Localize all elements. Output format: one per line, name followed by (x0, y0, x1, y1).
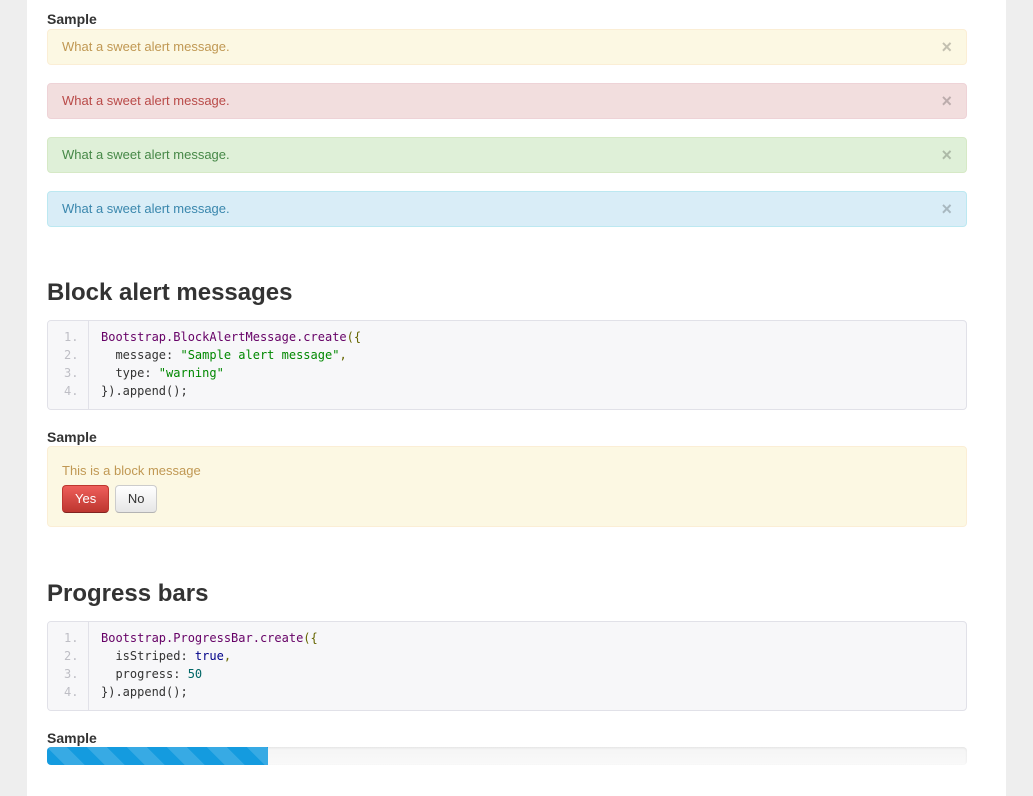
code-token: , (223, 649, 232, 663)
close-icon[interactable]: × (941, 138, 952, 172)
code-token: "warning" (158, 366, 224, 380)
section-title-progress-bars: Progress bars (47, 580, 209, 607)
sample-label: Sample (47, 429, 97, 445)
alert-error: What a sweet alert message. × (47, 83, 967, 119)
code-token: true (194, 649, 224, 663)
code-token: ({ (303, 631, 318, 645)
code-token: "Sample alert message" (180, 348, 340, 362)
code-token: isStriped: (101, 649, 195, 663)
alerts-sample: Sample What a sweet alert message. × Wha… (47, 11, 967, 245)
alert-warning: What a sweet alert message. × (47, 29, 967, 65)
code-token: type: (101, 366, 159, 380)
code-token: Bootstrap.ProgressBar.create (101, 631, 304, 645)
code-token: progress: (101, 667, 188, 681)
line-number: 3. (64, 366, 79, 380)
code-line: message: "Sample alert message", (101, 346, 347, 364)
line-number: 1. (64, 631, 79, 645)
code-token: Bootstrap.BlockAlertMessage.create (101, 330, 347, 344)
code-line: }).append(); (101, 683, 188, 701)
code-token: }).append(); (101, 685, 188, 699)
alert-message: What a sweet alert message. (62, 147, 230, 162)
code-block-block-alert: 1. 2. 3. 4. Bootstrap.BlockAlertMessage.… (47, 320, 967, 410)
code-line: }).append(); (101, 382, 188, 400)
code-token: message: (101, 348, 181, 362)
line-number: 2. (64, 649, 79, 663)
line-number: 4. (64, 685, 79, 699)
progress-bar-track (47, 747, 967, 765)
line-number: 2. (64, 348, 79, 362)
alert-message: What a sweet alert message. (62, 93, 230, 108)
no-button[interactable]: No (114, 485, 158, 513)
code-block-progress-bar: 1. 2. 3. 4. Bootstrap.ProgressBar.create… (47, 621, 967, 711)
sample-label: Sample (47, 11, 97, 27)
code-line: Bootstrap.ProgressBar.create({ (101, 629, 318, 647)
line-number: 4. (64, 384, 79, 398)
code-line: progress: 50 (101, 665, 202, 683)
block-alert: This is a block message Yes No (47, 446, 967, 527)
progress-bar-fill (47, 747, 268, 765)
alert-success: What a sweet alert message. × (47, 137, 967, 173)
line-number: 1. (64, 330, 79, 344)
close-icon[interactable]: × (941, 84, 952, 118)
alert-info: What a sweet alert message. × (47, 191, 967, 227)
block-alert-message: This is a block message (62, 463, 201, 478)
code-line: type: "warning" (101, 364, 224, 382)
code-token: 50 (187, 667, 203, 681)
yes-button[interactable]: Yes (62, 485, 110, 513)
code-line: isStriped: true, (101, 647, 231, 665)
code-token: , (339, 348, 347, 362)
page-container: Sample What a sweet alert message. × Wha… (27, 0, 1006, 796)
code-token: ({ (346, 330, 362, 344)
sample-label: Sample (47, 730, 97, 746)
section-title-block-alerts: Block alert messages (47, 279, 293, 306)
code-token: }).append(); (101, 384, 188, 398)
line-number: 3. (64, 667, 79, 681)
alert-message: What a sweet alert message. (62, 39, 230, 54)
alert-message: What a sweet alert message. (62, 201, 230, 216)
close-icon[interactable]: × (941, 192, 952, 226)
code-line: Bootstrap.BlockAlertMessage.create({ (101, 328, 361, 346)
close-icon[interactable]: × (941, 30, 952, 64)
